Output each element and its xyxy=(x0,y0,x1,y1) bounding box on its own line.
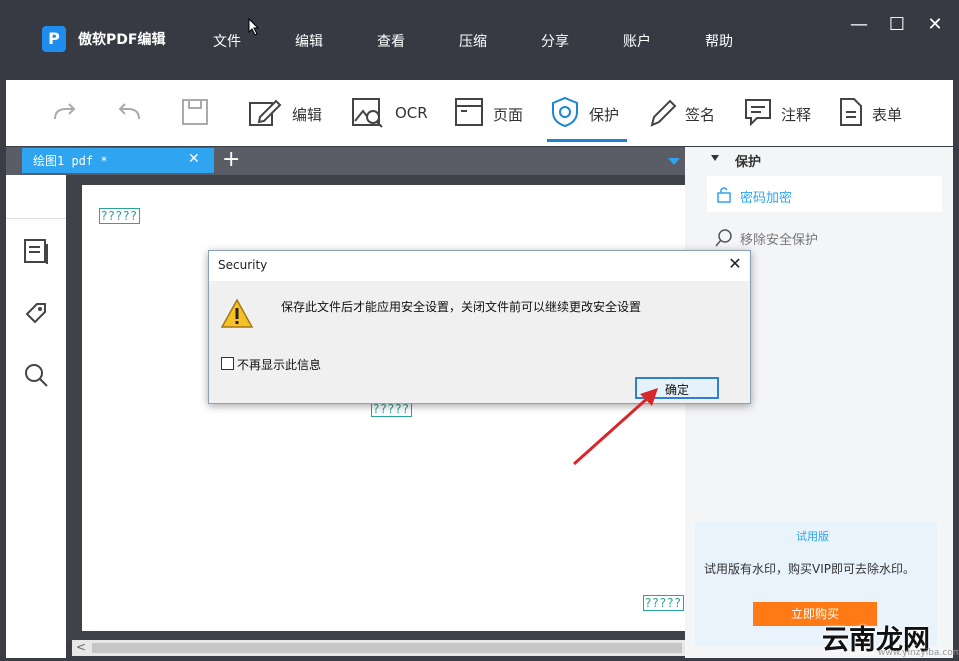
dialog-titlebar[interactable] xyxy=(209,251,749,281)
menu-edit[interactable]: 编辑 xyxy=(295,31,323,51)
tool-protect-label: 保护 xyxy=(589,106,620,124)
shield-icon xyxy=(552,96,578,128)
minimize-button[interactable]: — xyxy=(846,12,872,38)
dont-show-again-checkbox[interactable] xyxy=(221,357,234,370)
password-encrypt-label: 密码加密 xyxy=(740,191,793,206)
tool-edit-label: 编辑 xyxy=(292,106,323,124)
trial-text: 试用版有水印，购买VIP即可去除水印。 xyxy=(704,562,915,576)
close-tab-button[interactable]: ✕ xyxy=(188,151,200,167)
panel-heading: 保护 xyxy=(735,155,762,170)
tab-dropdown-icon[interactable] xyxy=(668,158,680,165)
remove-security-icon[interactable] xyxy=(714,228,734,248)
form-icon xyxy=(840,98,862,126)
thumbnail-icon[interactable] xyxy=(23,238,49,266)
tool-comment-label: 注释 xyxy=(781,106,812,124)
menu-compress[interactable]: 压缩 xyxy=(459,31,487,51)
scrollbar-thumb[interactable] xyxy=(92,643,682,653)
tool-page-label: 页面 xyxy=(493,106,524,124)
tool-sign-label: 签名 xyxy=(685,106,716,124)
tool-page[interactable] xyxy=(454,97,484,131)
undo-icon[interactable] xyxy=(114,97,144,127)
document-tab-label: 绘图1 pdf * xyxy=(33,154,108,168)
tool-ocr-label: OCR xyxy=(395,104,428,122)
tool-form[interactable] xyxy=(838,97,864,131)
search-icon[interactable] xyxy=(23,362,49,390)
tool-sign[interactable] xyxy=(648,97,678,131)
lock-icon xyxy=(717,187,731,203)
comment-icon xyxy=(745,99,771,127)
menu-account[interactable]: 账户 xyxy=(623,31,651,51)
menu-help[interactable]: 帮助 xyxy=(705,31,733,51)
remove-security-label[interactable]: 移除安全保护 xyxy=(740,229,818,248)
tool-form-label: 表单 xyxy=(872,106,903,124)
redo-icon[interactable] xyxy=(50,97,80,127)
app-logo: P xyxy=(42,26,66,52)
edit-icon xyxy=(249,99,282,126)
pen-icon xyxy=(650,99,677,127)
page-text-placeholder: ????? xyxy=(99,208,140,224)
page-text-placeholder: ????? xyxy=(643,595,684,611)
tool-comment[interactable] xyxy=(743,97,773,131)
left-sidebar-header xyxy=(6,175,66,219)
tool-ocr[interactable] xyxy=(351,97,385,133)
menu-view[interactable]: 查看 xyxy=(377,31,405,51)
tool-edit[interactable] xyxy=(248,97,282,131)
scroll-left-icon[interactable]: < xyxy=(76,640,86,654)
menu-file[interactable]: 文件 xyxy=(213,31,241,51)
annotation-arrow-icon xyxy=(572,388,658,466)
watermark-url: www.ylnzyiba.com xyxy=(878,648,959,658)
add-tab-button[interactable]: + xyxy=(222,148,240,172)
active-tool-indicator xyxy=(547,139,627,142)
dialog-message: 保存此文件后才能应用安全设置，关闭文件前可以继续更改安全设置 xyxy=(281,300,642,314)
dialog-close-button[interactable]: ✕ xyxy=(725,254,745,274)
dont-show-again-label[interactable]: 不再显示此信息 xyxy=(237,356,321,373)
page-icon xyxy=(455,98,483,126)
app-title: 傲软PDF编辑 xyxy=(78,32,166,48)
warning-icon xyxy=(220,298,254,328)
bookmark-icon[interactable] xyxy=(23,300,49,328)
mouse-cursor-icon xyxy=(248,18,260,36)
menu-share[interactable]: 分享 xyxy=(541,31,569,51)
ocr-icon xyxy=(352,98,383,128)
save-icon[interactable] xyxy=(180,97,210,127)
collapse-arrow-icon[interactable] xyxy=(711,155,719,161)
tool-protect[interactable] xyxy=(550,96,580,132)
close-window-button[interactable]: ✕ xyxy=(922,12,948,38)
trial-title: 试用版 xyxy=(796,530,829,543)
maximize-button[interactable]: ☐ xyxy=(884,12,910,38)
dialog-title: Security xyxy=(218,258,268,272)
